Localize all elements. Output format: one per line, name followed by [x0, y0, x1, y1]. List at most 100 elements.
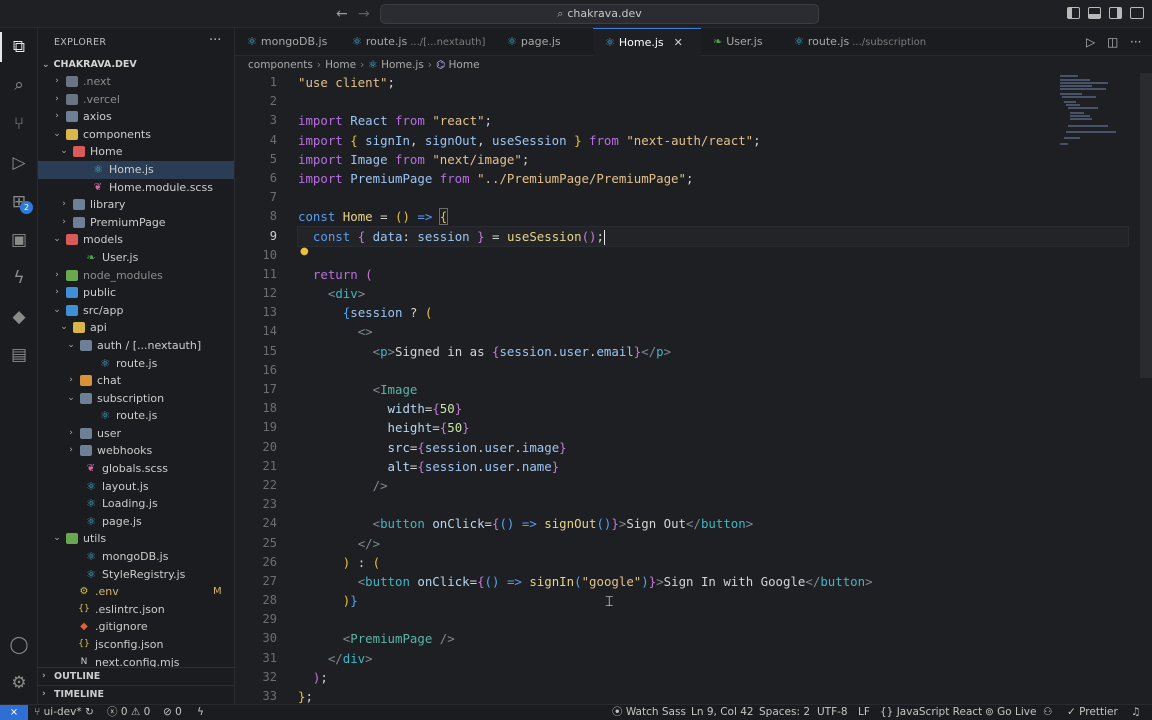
toggle-secondary-sidebar-icon[interactable]	[1109, 7, 1122, 19]
ports-status[interactable]: ⊘ 0	[163, 705, 182, 720]
folder-icon	[73, 322, 85, 334]
code-editor[interactable]: 1 2 3 4 5 6 7 8 9 10 11 12 13 14 15 16 17 18 19 20 21 22 23 24 2…	[235, 73, 1152, 704]
close-tab-icon[interactable]: ✕	[674, 36, 683, 49]
encoding[interactable]: UTF-8	[817, 705, 848, 720]
tree-file[interactable]: ⚛ StyleRegistry.js	[38, 566, 234, 584]
breadcrumb-item[interactable]: Home	[325, 59, 356, 71]
manage-gear-icon[interactable]: ⚙	[8, 672, 30, 694]
tree-item-label: User.js	[102, 250, 139, 264]
explorer-icon[interactable]: ⧉	[8, 36, 30, 58]
minimap[interactable]	[1058, 73, 1138, 153]
toggle-primary-sidebar-icon[interactable]	[1067, 7, 1080, 19]
code-lines[interactable]: "use client"; import React from "react";…	[297, 73, 1129, 704]
timeline-section[interactable]: › TIMELINE	[38, 685, 234, 702]
tree-folder[interactable]: › user	[38, 425, 234, 443]
tree-file[interactable]: ⚛ mongoDB.js	[38, 548, 234, 566]
accounts-icon[interactable]: ◯	[8, 634, 30, 656]
tree-folder[interactable]: › library	[38, 196, 234, 214]
tree-file[interactable]: ⚙ .env M	[38, 583, 234, 601]
tree-folder[interactable]: › PremiumPage	[38, 214, 234, 232]
notifications-bell-icon[interactable]: ♫	[1131, 705, 1140, 720]
language-mode[interactable]: {} JavaScript React	[880, 705, 982, 720]
tree-folder[interactable]: › axios	[38, 108, 234, 126]
tree-file[interactable]: ❧ User.js	[38, 249, 234, 267]
sync-icon[interactable]: ↻	[85, 706, 94, 718]
docker-icon[interactable]: ◆	[8, 306, 30, 328]
tree-file[interactable]: ◆ .gitignore	[38, 618, 234, 636]
tree-folder[interactable]: ⌄ models	[38, 231, 234, 249]
command-center-search[interactable]: ⌕ chakrava.dev	[380, 4, 819, 24]
editor-tab[interactable]: ⚛ Home.js ✕	[593, 28, 701, 56]
editor-tab[interactable]: ⚛ route.js .../[...nextauth]	[340, 28, 495, 56]
editor-tab[interactable]: ❧ User.js	[701, 28, 782, 56]
run-icon[interactable]: ▷	[1086, 35, 1095, 49]
editor-tab[interactable]: ⚛ mongoDB.js	[235, 28, 340, 56]
breadcrumb-item[interactable]: Home.js	[381, 59, 424, 71]
outline-section[interactable]: › OUTLINE	[38, 667, 234, 684]
customize-layout-icon[interactable]	[1130, 7, 1144, 19]
tree-file[interactable]: ⚛ Home.js	[38, 160, 234, 179]
back-icon[interactable]: ←	[336, 6, 348, 22]
prettier-status[interactable]: ✓ Prettier	[1067, 705, 1118, 720]
copilot-status-icon[interactable]: ⚇	[1043, 705, 1052, 720]
more-actions-icon[interactable]: ···	[209, 33, 221, 48]
run-debug-icon[interactable]: ▷	[8, 152, 30, 174]
tree-file[interactable]: ⚛ Loading.js	[38, 495, 234, 513]
tree-folder[interactable]: › public	[38, 284, 234, 302]
tree-file[interactable]: ❦ globals.scss	[38, 460, 234, 478]
toggle-panel-icon[interactable]	[1088, 7, 1101, 19]
tree-folder[interactable]: ⌄ components	[38, 126, 234, 144]
tree-folder[interactable]: ⌄ src/app	[38, 302, 234, 320]
tree-folder[interactable]: ⌄ auth / [...nextauth]	[38, 337, 234, 355]
remote-explorer-icon[interactable]: ▣	[8, 229, 30, 251]
command-center-label: chakrava.dev	[567, 7, 642, 20]
chevron-right-icon: ›	[55, 111, 59, 122]
react-file-icon: ⚛	[507, 35, 517, 48]
env-file-icon: ⚙	[79, 586, 89, 598]
editor-tab[interactable]: ⚛ route.js .../subscription	[782, 28, 932, 56]
end-of-line[interactable]: LF	[858, 705, 870, 720]
workspace-root[interactable]: ⌄ CHAKRAVA.DEV	[38, 56, 234, 73]
tree-file[interactable]: {} jsconfig.json	[38, 636, 234, 654]
watch-sass-button[interactable]: ⦿ Watch Sass	[612, 705, 686, 720]
indentation[interactable]: Spaces: 2	[759, 705, 810, 720]
tree-folder[interactable]: › .vercel	[38, 91, 234, 109]
copilot-icon[interactable]: ϟ	[8, 267, 30, 289]
tree-file[interactable]: ⚛ route.js	[38, 355, 234, 373]
cursor-position[interactable]: Ln 9, Col 42	[691, 705, 754, 720]
problems-status[interactable]: ⓧ 0 ⚠ 0	[107, 705, 150, 720]
tree-folder[interactable]: ⌄ api	[38, 319, 234, 337]
split-editor-icon[interactable]: ◫	[1107, 35, 1118, 49]
breadcrumb-item[interactable]: components	[248, 59, 313, 71]
tree-file[interactable]: ⚛ route.js	[38, 407, 234, 425]
tree-folder[interactable]: › node_modules	[38, 267, 234, 285]
react-file-icon: ⚛	[86, 550, 96, 564]
tree-folder[interactable]: › .next	[38, 73, 234, 91]
chevron-down-icon: ⌄	[53, 533, 61, 544]
tree-folder[interactable]: › webhooks	[38, 442, 234, 460]
json-file-icon: {}	[78, 639, 90, 649]
tree-folder[interactable]: ⌄ utils	[38, 530, 234, 548]
lightning-icon[interactable]: ϟ	[197, 705, 204, 720]
forward-icon[interactable]: →	[358, 6, 370, 22]
breadcrumb-item[interactable]: Home	[449, 59, 480, 71]
chat-icon[interactable]: ▤	[8, 344, 30, 366]
more-icon[interactable]: ···	[1130, 35, 1141, 49]
tree-file[interactable]: ❦ Home.module.scss	[38, 179, 234, 197]
vertical-scrollbar[interactable]	[1140, 73, 1152, 378]
tree-file[interactable]: ⚛ page.js	[38, 513, 234, 531]
tree-file[interactable]: ⚛ layout.js	[38, 478, 234, 496]
editor-tab[interactable]: ⚛ page.js	[495, 28, 593, 56]
tree-folder[interactable]: ⌄ subscription	[38, 390, 234, 408]
folder-icon	[66, 111, 78, 123]
search-icon[interactable]: ⌕	[8, 74, 30, 96]
source-control-icon[interactable]: ⑂	[8, 113, 30, 135]
branch-status[interactable]: ⑂ ui-dev* ↻	[34, 705, 94, 720]
tree-folder[interactable]: ⌄ Home	[38, 143, 234, 161]
remote-indicator-icon[interactable]: ⨯	[0, 705, 28, 720]
prettier-label: Prettier	[1079, 706, 1118, 718]
tree-file[interactable]: {} .eslintrc.json	[38, 601, 234, 619]
tree-item-label: .next	[83, 75, 111, 88]
tree-folder[interactable]: › chat	[38, 372, 234, 390]
go-live-button[interactable]: ⊚ Go Live	[985, 705, 1036, 720]
